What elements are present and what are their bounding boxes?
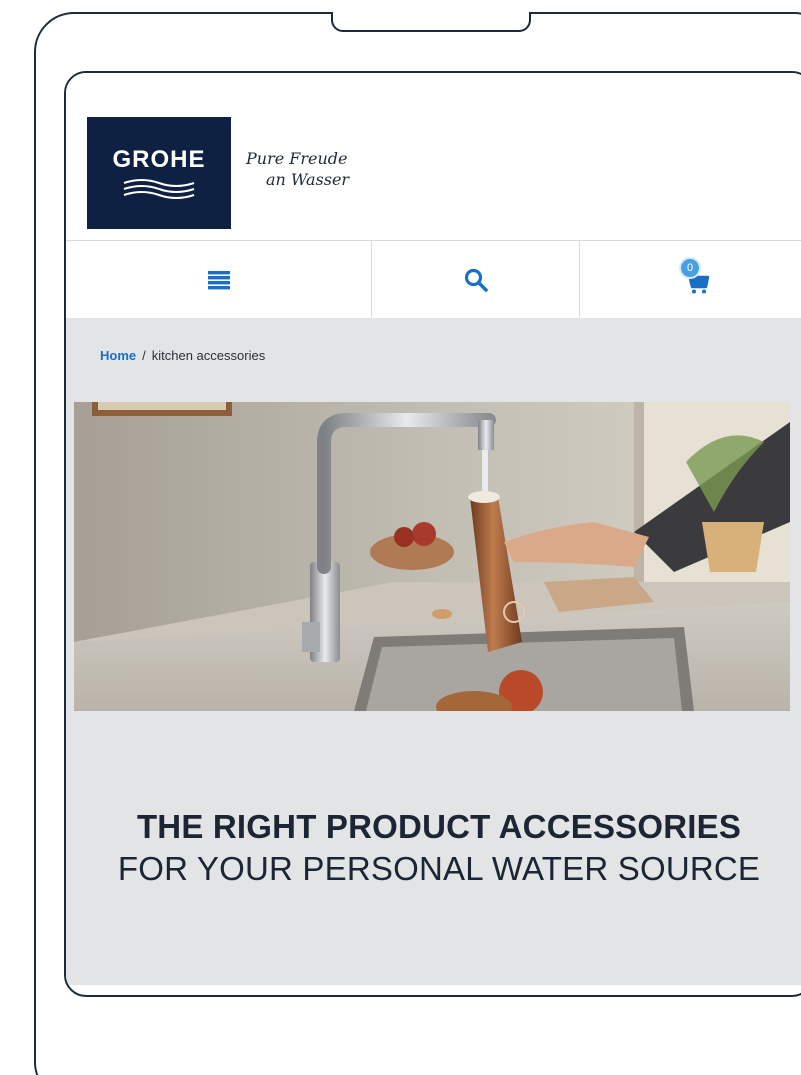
hero-image: [74, 402, 790, 711]
grohe-logo[interactable]: GROHE: [87, 117, 231, 229]
breadcrumb-home-link[interactable]: Home: [100, 348, 136, 363]
headline-line2: FOR YOUR PERSONAL WATER SOURCE: [117, 850, 761, 887]
device-notch: [331, 12, 531, 32]
search-button[interactable]: [372, 241, 580, 318]
brand-tagline: Pure Freude an Wasser: [246, 148, 349, 190]
breadcrumb: Home / kitchen accessories: [100, 348, 265, 363]
cart-button[interactable]: 0: [580, 241, 801, 318]
menu-button[interactable]: [66, 241, 372, 318]
screen: GROHE Pure Freude an Wasser 0 Home / kit…: [64, 71, 801, 997]
headline-line1: THE RIGHT PRODUCT ACCESSORIES: [136, 808, 742, 845]
hamburger-menu-icon: [207, 270, 230, 289]
mobile-nav-bar: 0: [66, 240, 801, 318]
cart-wrapper: 0: [679, 256, 713, 297]
breadcrumb-separator: /: [142, 348, 146, 363]
search-icon: [464, 268, 488, 292]
cart-count-badge: 0: [679, 256, 701, 279]
hero-headline: THE RIGHT PRODUCT ACCESSORIES FOR YOUR P…: [66, 808, 801, 888]
breadcrumb-current: kitchen accessories: [151, 348, 266, 363]
main-content: Home / kitchen accessories THE RIGHT PRO…: [66, 318, 801, 985]
logo-text: GROHE: [112, 146, 206, 173]
tagline-line1: Pure Freude: [246, 149, 348, 168]
hero-photo: [74, 402, 790, 711]
logo-waves-icon: [123, 179, 195, 199]
site-header: GROHE Pure Freude an Wasser: [66, 73, 801, 240]
tagline-line2: an Wasser: [266, 170, 350, 189]
